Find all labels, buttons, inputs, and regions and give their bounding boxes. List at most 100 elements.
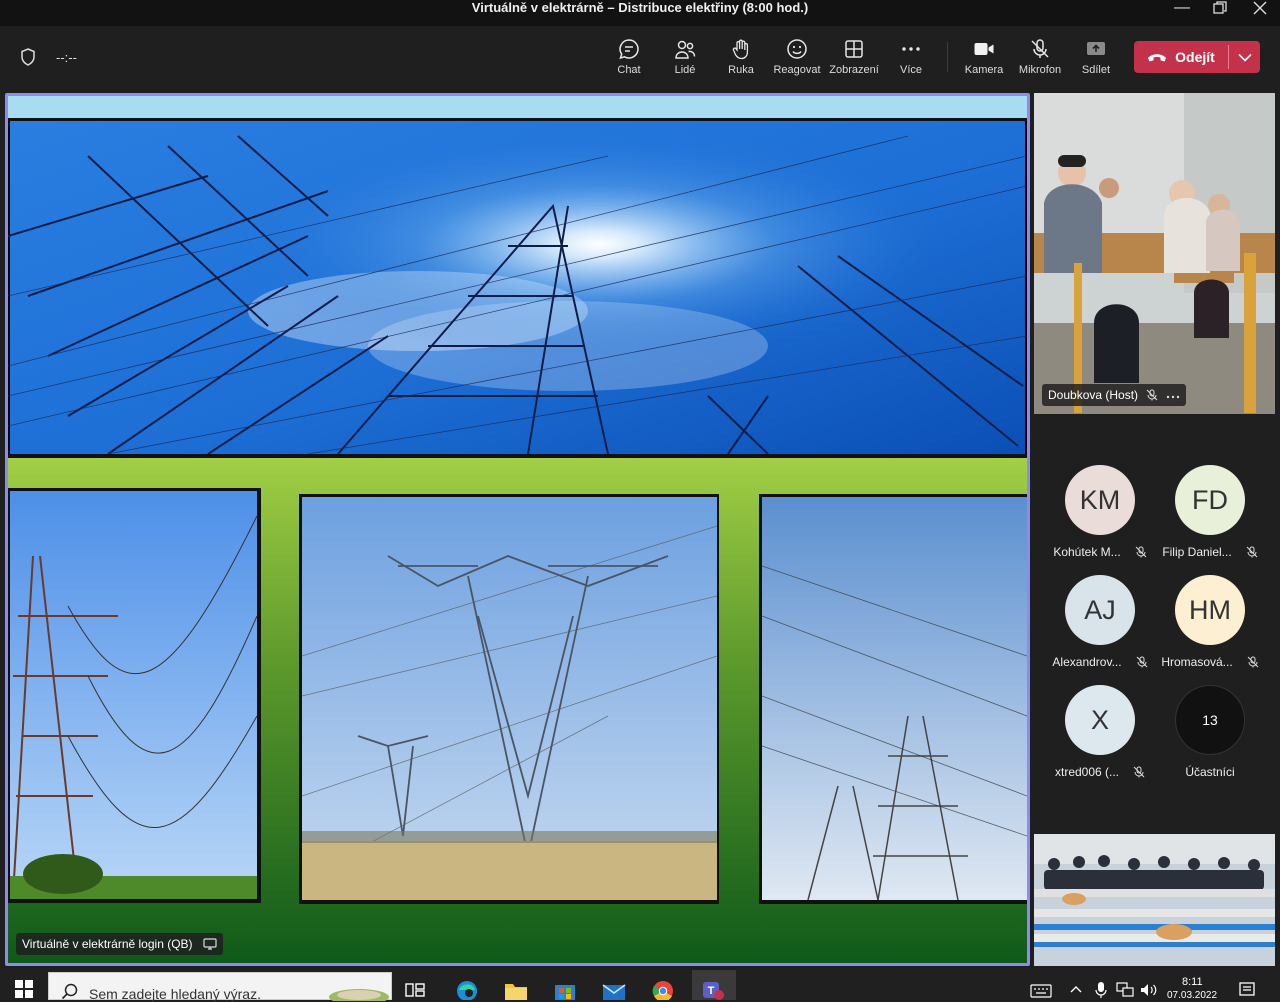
leave-button-group: Odejít (1134, 41, 1260, 73)
svg-text:T: T (708, 985, 715, 997)
chevron-up-icon[interactable] (1068, 982, 1084, 998)
raise-hand-button[interactable]: Ruka (713, 38, 769, 80)
store-icon[interactable] (552, 978, 578, 1000)
hand-icon (732, 39, 749, 60)
leave-button[interactable]: Odejít (1134, 41, 1228, 73)
stage-presenter-label: Virtuálně v elektrárně login (QB) (16, 933, 223, 955)
microphone-muted-icon (1133, 766, 1145, 778)
people-icon (675, 40, 696, 59)
file-explorer-icon[interactable] (503, 978, 529, 1000)
camera-button[interactable]: Kamera (956, 38, 1012, 80)
clock-date[interactable]: 07.03.2022 (1167, 990, 1217, 1001)
view-label: Zobrazení (829, 64, 879, 76)
close-window-button[interactable] (1240, 0, 1280, 22)
share-screen-icon (1087, 42, 1105, 55)
participants-link: Účastníci (1158, 765, 1262, 779)
participant-tile[interactable]: AJ Alexandrov... (1048, 575, 1152, 669)
share-button[interactable]: Sdílet (1068, 38, 1124, 80)
network-icon[interactable] (1116, 982, 1134, 998)
raise-hand-label: Ruka (728, 64, 754, 76)
teams-taskbar-button[interactable]: T (692, 970, 736, 1000)
avatar: HM (1175, 575, 1245, 645)
participant-tile[interactable]: X xtred006 (... (1048, 685, 1152, 779)
participant-name: Filip Daniel... (1162, 545, 1232, 559)
toolbar-divider (947, 42, 948, 72)
people-label: Lidé (674, 64, 696, 76)
mail-icon[interactable] (601, 978, 627, 1000)
more-label: Více (899, 64, 922, 76)
windows-taskbar: Sem zadejte hledaný výraz. T 8:11 07.03.… (0, 970, 1280, 1002)
host-video-tile[interactable]: Doubkova (Host) (1034, 93, 1275, 414)
participant-tile[interactable]: FD Filip Daniel... (1158, 465, 1262, 559)
participant-name-row: xtred006 (... (1048, 765, 1152, 779)
edge-browser-icon[interactable] (454, 978, 480, 1000)
grid-view-icon (845, 40, 863, 58)
screen-share-indicator-icon (202, 938, 217, 950)
room-video-tile[interactable] (1034, 834, 1275, 966)
microphone-muted-icon (1031, 39, 1049, 58)
search-highlight-image (329, 989, 389, 1001)
participant-tile[interactable]: HM Hromasová... (1158, 575, 1262, 669)
shield-icon[interactable] (20, 48, 36, 66)
camera-label: Kamera (964, 64, 1004, 76)
participants-count-badge: 13 (1175, 685, 1245, 755)
close-icon (1253, 1, 1267, 15)
microphone-tray-icon[interactable] (1094, 981, 1108, 999)
microphone-button[interactable]: Mikrofon (1012, 38, 1068, 80)
chat-button[interactable]: Chat (601, 38, 657, 80)
participant-name: xtred006 (... (1054, 765, 1120, 779)
search-icon (61, 983, 78, 1000)
clock-time[interactable]: 8:11 (1182, 976, 1203, 988)
shared-content-stage[interactable]: Virtuálně v elektrárně login (QB) (5, 93, 1030, 966)
react-label: Reagovat (773, 64, 821, 76)
power-lines-slide-image (8, 96, 1027, 963)
minimize-button[interactable]: — (1162, 0, 1202, 22)
volume-icon[interactable] (1140, 982, 1158, 998)
microphone-muted-icon (1136, 656, 1147, 668)
microphone-muted-icon (1246, 546, 1258, 558)
more-dots-icon (902, 47, 920, 51)
chat-label: Chat (617, 64, 641, 76)
meeting-timer: --:-- (56, 50, 77, 65)
task-view-icon[interactable] (404, 980, 426, 1000)
participant-name-row: Filip Daniel... (1158, 545, 1262, 559)
chrome-browser-icon[interactable] (650, 978, 676, 1000)
windows-start-icon[interactable] (14, 979, 34, 999)
host-video-label: Doubkova (Host) (1042, 384, 1187, 406)
more-participants-tile[interactable]: 13 Účastníci (1158, 685, 1262, 779)
taskbar-search-box[interactable]: Sem zadejte hledaný výraz. (48, 972, 392, 1002)
more-options-icon[interactable] (1166, 389, 1180, 401)
participant-name-row: Hromasová... (1158, 655, 1262, 669)
classroom-wide-video-image (1034, 834, 1275, 966)
participant-name-row: Alexandrov... (1048, 655, 1152, 669)
restore-icon (1213, 1, 1227, 14)
notifications-icon[interactable] (1238, 981, 1256, 999)
microphone-muted-icon (1135, 546, 1147, 558)
participant-name-row: Kohútek M... (1048, 545, 1152, 559)
leave-label: Odejít (1175, 49, 1215, 65)
window-title: Virtuálně v elektrárně – Distribuce elek… (471, 0, 809, 15)
avatar: KM (1065, 465, 1135, 535)
view-button[interactable]: Zobrazení (826, 38, 882, 80)
avatar: AJ (1065, 575, 1135, 645)
meeting-toolbar: --:-- Chat Lidé Ruka Reagovat Zobrazení … (0, 26, 1280, 88)
microphone-muted-icon (1146, 389, 1158, 401)
title-bar: Virtuálně v elektrárně – Distribuce elek… (0, 0, 1280, 26)
more-button[interactable]: Více (883, 38, 939, 80)
restore-button[interactable] (1200, 0, 1240, 22)
participant-name: Alexandrov... (1052, 655, 1122, 669)
participant-name: Hromasová... (1161, 655, 1233, 669)
react-button[interactable]: Reagovat (769, 38, 825, 80)
hang-up-icon (1148, 54, 1167, 62)
classroom-video-image (1034, 93, 1275, 414)
camera-icon (974, 43, 994, 55)
share-label: Sdílet (1081, 64, 1111, 76)
participants-label: Účastníci (1185, 765, 1235, 779)
chat-icon (619, 39, 639, 60)
smiley-icon (787, 39, 807, 59)
people-button[interactable]: Lidé (657, 38, 713, 80)
leave-options-button[interactable] (1229, 41, 1260, 73)
keyboard-icon[interactable] (1030, 982, 1052, 1000)
participant-tile[interactable]: KM Kohútek M... (1048, 465, 1152, 559)
microphone-label: Mikrofon (1018, 64, 1062, 76)
